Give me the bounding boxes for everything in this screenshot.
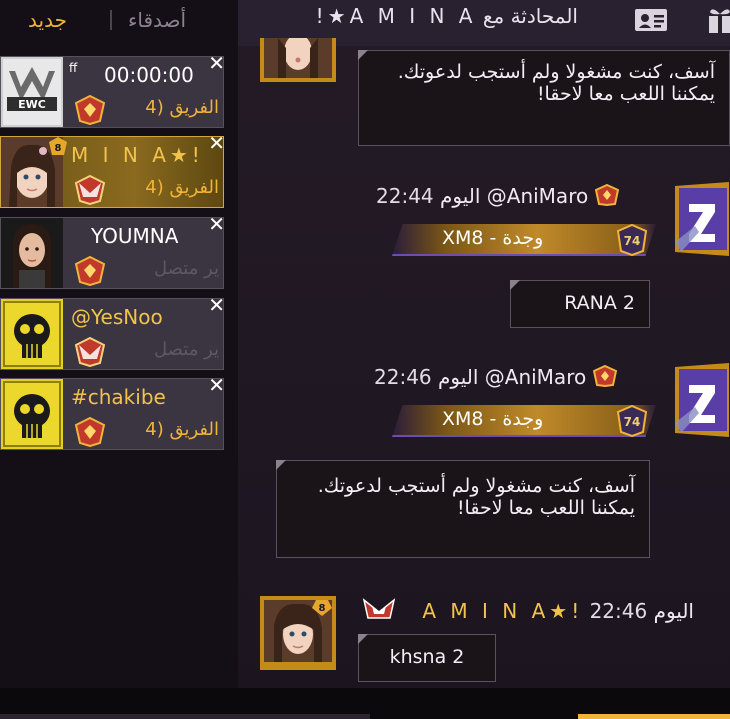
rank-badge-icon <box>362 598 402 623</box>
friend-row[interactable]: EWC ff 00:00:00 الفريق (4 ✕ <box>0 51 225 128</box>
close-icon[interactable]: ✕ <box>208 212 225 236</box>
friends-sidebar: جديد أصدقاء EWC ff 00:00:00 الفريق (4 ✕ <box>0 0 238 719</box>
ewc-logo-avatar: EWC <box>1 57 63 127</box>
message-text: RANA 2 <box>564 292 635 314</box>
friend-status: الفريق (4 <box>145 177 219 198</box>
friend-row[interactable]: @YesNoo ير متصل ✕ <box>0 293 225 370</box>
message-header: 22:44 اليوم @AniMaro <box>376 183 619 208</box>
rank-badge-icon <box>73 336 107 368</box>
woman-avatar <box>1 218 63 288</box>
friend-status: ير متصل <box>154 339 219 360</box>
tab-new[interactable]: جديد <box>28 8 67 32</box>
message-bubble: آسف، كنت مشغولا ولم أستجب لدعوتك. يمكننا… <box>276 460 650 558</box>
gift-icon[interactable] <box>708 6 730 34</box>
contact-card-icon[interactable] <box>634 8 668 32</box>
message-text: khsna 2 <box>389 646 465 668</box>
friend-status: ير متصل <box>154 258 219 279</box>
friend-name: #chakibe <box>71 385 166 409</box>
message-day: اليوم <box>653 599 694 623</box>
message-time: 22:46 <box>374 365 432 389</box>
friend-name: @YesNoo <box>71 305 163 329</box>
animaro-avatar[interactable] <box>675 182 729 256</box>
rank-badge-icon <box>73 416 107 448</box>
close-icon[interactable]: ✕ <box>208 131 225 155</box>
guild-name: وجدة - XM8 <box>442 408 544 430</box>
message-header: A M I N A★! 22:46 اليوم <box>362 596 694 623</box>
friend-row[interactable]: #chakibe الفريق (4 ✕ <box>0 373 225 450</box>
message-day: اليوم <box>438 365 479 389</box>
message-day: اليوم <box>440 184 481 208</box>
guild-bar[interactable]: وجدة - XM8 74 <box>392 224 656 256</box>
guild-level-icon: 74 <box>616 224 648 256</box>
svg-text:8: 8 <box>55 143 62 154</box>
tab-divider <box>110 10 112 30</box>
guild-level-icon: 74 <box>616 405 648 437</box>
send-button[interactable] <box>578 714 730 719</box>
amina-avatar[interactable] <box>260 34 336 82</box>
rank-badge-icon <box>594 183 619 208</box>
sender-name[interactable]: A M I N A★! <box>422 599 583 623</box>
svg-text:74: 74 <box>624 234 641 248</box>
message-bubble: RANA 2 <box>510 280 650 328</box>
close-icon[interactable]: ✕ <box>208 373 225 397</box>
friend-status: الفريق (4 <box>145 97 219 118</box>
tab-friends[interactable]: أصدقاء <box>128 8 186 32</box>
svg-text:EWC: EWC <box>18 98 46 111</box>
svg-text:8: 8 <box>319 603 326 614</box>
message-text: آسف، كنت مشغولا ولم أستجب لدعوتك. يمكننا… <box>317 475 635 519</box>
close-icon[interactable]: ✕ <box>208 293 225 317</box>
friend-status: الفريق (4 <box>145 419 219 440</box>
message-bubble: آسف، كنت مشغولا ولم أستجب لدعوتك. يمكننا… <box>358 50 730 146</box>
message-time: 22:46 <box>589 599 648 623</box>
chat-title-name: A M I N A★! <box>315 4 477 28</box>
friend-row[interactable]: YOUMNA ير متصل ✕ <box>0 212 225 289</box>
rank-badge-icon <box>73 94 107 126</box>
animaro-avatar[interactable] <box>675 363 729 437</box>
sender-name[interactable]: @AniMaro <box>487 184 588 208</box>
sender-name[interactable]: @AniMaro <box>485 365 586 389</box>
chat-panel: المحادثة مع A M I N A★! آسف، كنت مشغولا … <box>238 0 730 719</box>
guild-name: وجدة - XM8 <box>442 227 544 249</box>
sidebar-tabs: جديد أصدقاء <box>0 0 238 40</box>
guild-bar[interactable]: وجدة - XM8 74 <box>392 405 656 437</box>
vip-badge-icon: 8 <box>49 137 67 155</box>
message-text: آسف، كنت مشغولا ولم أستجب لدعوتك. يمكننا… <box>397 61 715 105</box>
amina-avatar[interactable]: 8 <box>260 596 336 670</box>
chat-title: المحادثة مع A M I N A★! <box>278 4 578 28</box>
rank-badge-icon <box>73 255 107 287</box>
chat-title-prefix: المحادثة مع <box>482 4 578 28</box>
friend-timer: 00:00:00 <box>104 63 194 87</box>
message-bubble: khsna 2 <box>358 634 496 682</box>
skull-avatar <box>1 299 63 369</box>
svg-text:74: 74 <box>624 415 641 429</box>
rank-badge-icon <box>592 364 617 389</box>
close-icon[interactable]: ✕ <box>208 51 225 75</box>
message-header: 22:46 اليوم @AniMaro <box>374 364 617 389</box>
rank-badge-icon <box>73 174 107 206</box>
friend-row-active[interactable]: 8 M I N A★! الفريق (4 ✕ <box>0 131 225 208</box>
message-time: 22:44 <box>376 184 434 208</box>
message-input[interactable] <box>0 714 370 719</box>
friend-name: M I N A★! <box>71 143 204 167</box>
skull-avatar <box>1 379 63 449</box>
